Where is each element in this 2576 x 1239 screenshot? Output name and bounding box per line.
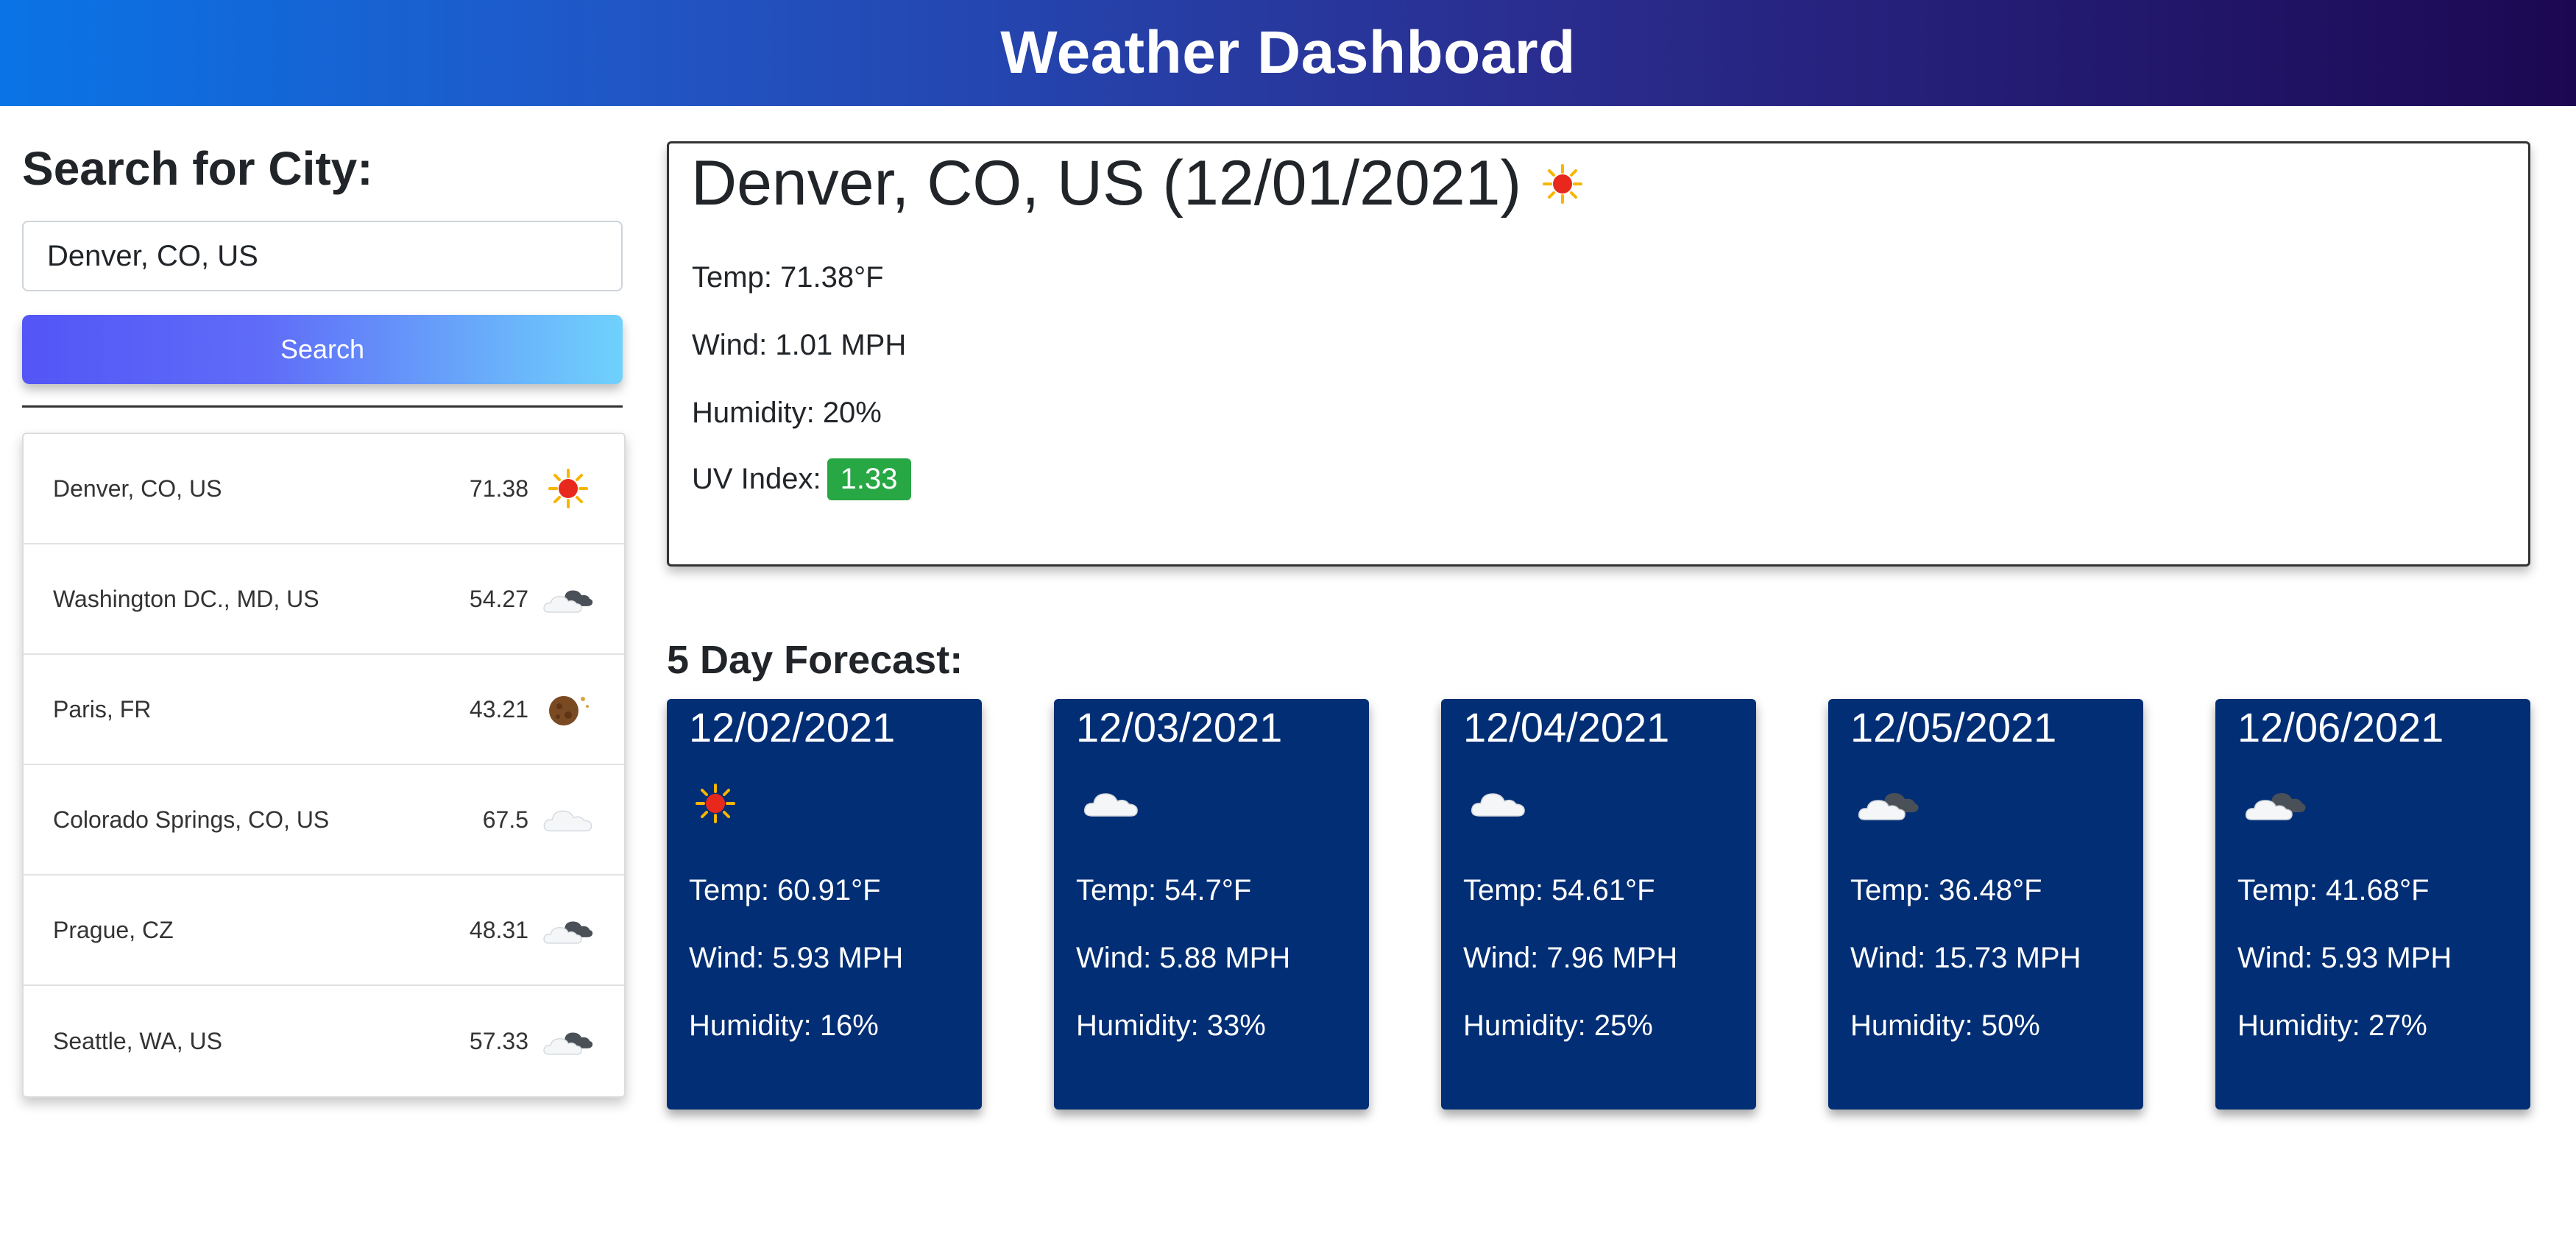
moon-icon	[542, 687, 595, 731]
forecast-humidity: Humidity: 27%	[2237, 1009, 2427, 1042]
search-button[interactable]: Search	[22, 315, 623, 384]
forecast-wind: Wind: 7.96 MPH	[1463, 942, 1678, 974]
divider	[22, 405, 623, 408]
clouds-icon	[542, 577, 595, 621]
forecast-card: 12/05/2021 Temp: 36.48°F Wind: 15.73 MPH…	[1828, 699, 2143, 1110]
cloud-icon	[1082, 780, 1148, 827]
current-uv: UV Index: 1.33	[692, 458, 911, 500]
history-item-denver[interactable]: Denver, CO, US 71.38	[24, 434, 624, 544]
history-temp: 43.21	[469, 695, 528, 723]
search-heading: Search for City:	[22, 142, 373, 195]
history-city: Denver, CO, US	[53, 475, 222, 502]
history-city: Paris, FR	[53, 695, 152, 723]
clouds-icon	[542, 908, 595, 952]
forecast-card: 12/03/2021 Temp: 54.7°F Wind: 5.88 MPH H…	[1054, 699, 1369, 1110]
forecast-temp: Temp: 54.7°F	[1076, 874, 1252, 906]
uv-label: UV Index:	[692, 463, 821, 495]
page-title: Weather Dashboard	[1000, 19, 1576, 86]
history-temp: 57.33	[469, 1027, 528, 1054]
history-temp: 54.27	[469, 585, 528, 612]
history-temp: 71.38	[469, 475, 528, 502]
forecast-date: 12/04/2021	[1463, 704, 1670, 750]
clouds-icon	[2243, 780, 2310, 827]
history-item-washington[interactable]: Washington DC., MD, US 54.27	[24, 544, 624, 655]
current-wind: Wind: 1.01 MPH	[692, 329, 907, 361]
history-temp: 48.31	[469, 916, 528, 943]
history-city: Washington DC., MD, US	[53, 585, 319, 612]
forecast-wind: Wind: 5.88 MPH	[1076, 942, 1291, 974]
forecast-wind: Wind: 5.93 MPH	[2237, 942, 2452, 974]
current-weather-title: Denver, CO, US (12/01/2021)	[691, 147, 1585, 220]
forecast-wind: Wind: 15.73 MPH	[1850, 942, 2081, 974]
forecast-humidity: Humidity: 16%	[689, 1009, 879, 1042]
current-humidity: Humidity: 20%	[692, 397, 882, 429]
history-item-colorado-springs[interactable]: Colorado Springs, CO, US 67.5	[24, 765, 624, 876]
forecast-humidity: Humidity: 25%	[1463, 1009, 1653, 1042]
current-temp: Temp: 71.38°F	[692, 261, 884, 294]
history-item-prague[interactable]: Prague, CZ 48.31	[24, 876, 624, 986]
uv-index-badge: 1.33	[827, 458, 911, 500]
history-item-paris[interactable]: Paris, FR 43.21	[24, 655, 624, 765]
forecast-card: 12/04/2021 Temp: 54.61°F Wind: 7.96 MPH …	[1441, 699, 1756, 1110]
history-item-seattle[interactable]: Seattle, WA, US 57.33	[24, 986, 624, 1096]
app-header: Weather Dashboard	[0, 0, 2576, 106]
cloud-icon	[1469, 780, 1535, 827]
forecast-temp: Temp: 36.48°F	[1850, 874, 2042, 906]
history-city: Prague, CZ	[53, 916, 174, 943]
cloud-icon	[542, 798, 595, 842]
search-history-list: Denver, CO, US 71.38 Washington DC., MD,…	[22, 433, 626, 1098]
forecast-date: 12/03/2021	[1076, 704, 1283, 750]
forecast-card: 12/06/2021 Temp: 41.68°F Wind: 5.93 MPH …	[2215, 699, 2530, 1110]
forecast-wind: Wind: 5.93 MPH	[689, 942, 904, 974]
city-search-input[interactable]	[22, 221, 623, 291]
sun-icon	[542, 466, 595, 511]
forecast-date: 12/06/2021	[2237, 704, 2444, 750]
forecast-humidity: Humidity: 33%	[1076, 1009, 1266, 1042]
forecast-temp: Temp: 54.61°F	[1463, 874, 1655, 906]
history-city: Seattle, WA, US	[53, 1027, 222, 1054]
clouds-icon	[1856, 780, 1922, 827]
forecast-temp: Temp: 41.68°F	[2237, 874, 2430, 906]
current-city-date: Denver, CO, US (12/01/2021)	[691, 148, 1522, 219]
sun-icon	[695, 780, 761, 827]
history-temp: 67.5	[482, 806, 528, 833]
current-weather-card: Denver, CO, US (12/01/2021) Temp: 71.38°…	[667, 141, 2530, 567]
forecast-date: 12/05/2021	[1850, 704, 2057, 750]
sun-icon	[1540, 162, 1585, 206]
history-city: Colorado Springs, CO, US	[53, 806, 330, 833]
forecast-humidity: Humidity: 50%	[1850, 1009, 2040, 1042]
clouds-icon	[542, 1019, 595, 1063]
forecast-date: 12/02/2021	[689, 704, 896, 750]
forecast-temp: Temp: 60.91°F	[689, 874, 881, 906]
forecast-card: 12/02/2021 Temp: 60.91°F Wind: 5.93 MPH …	[667, 699, 982, 1110]
forecast-heading: 5 Day Forecast:	[667, 638, 963, 682]
